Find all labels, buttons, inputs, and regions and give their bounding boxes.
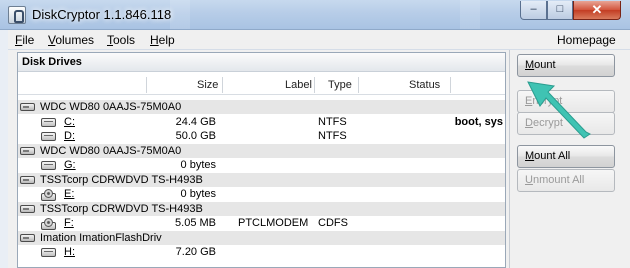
column-separator[interactable] xyxy=(358,77,359,93)
maximize-button[interactable]: □ xyxy=(547,1,573,20)
volume-letter: D: xyxy=(64,130,75,142)
column-size[interactable]: Size xyxy=(197,79,218,91)
volume-row[interactable]: G: 0 bytes xyxy=(18,158,505,172)
volume-size: 0 bytes xyxy=(180,159,216,171)
menu-volumes[interactable]: Volumes xyxy=(48,33,94,47)
volume-icon xyxy=(41,117,56,127)
volume-letter: E: xyxy=(64,188,75,200)
column-header: Size Label Type Status xyxy=(18,76,505,95)
disk-name: WDC WD80 0AAJS-75M0A0 xyxy=(40,101,182,113)
volume-size: 24.4 GB xyxy=(175,115,216,128)
volume-row[interactable]: E: 0 bytes xyxy=(18,187,505,201)
volume-letter: C: xyxy=(64,115,75,128)
volume-type: NTFS xyxy=(318,115,347,128)
disk-name: WDC WD80 0AAJS-75M0A0 xyxy=(40,144,182,157)
disk-row[interactable]: Imation ImationFlashDriv xyxy=(18,230,505,245)
title-bar: DiskCryptor 1.1.846.118 – □ ✕ xyxy=(0,0,630,30)
cd-drive-icon xyxy=(41,218,56,230)
client-area: Disk Drives Size Label Type Status WDC W… xyxy=(8,50,630,268)
volume-size: 0 bytes xyxy=(180,188,216,200)
hard-drive-icon xyxy=(20,175,35,184)
homepage-link[interactable]: Homepage xyxy=(557,33,616,47)
volume-icon xyxy=(41,161,56,170)
volume-size: 7.20 GB xyxy=(175,246,216,258)
column-separator[interactable] xyxy=(314,77,315,93)
volume-letter: G: xyxy=(64,159,76,171)
hard-drive-icon xyxy=(20,204,35,213)
window-title: DiskCryptor 1.1.846.118 xyxy=(32,7,172,22)
hard-drive-icon xyxy=(20,233,35,242)
cd-drive-icon xyxy=(41,189,56,201)
volume-row[interactable]: C: 24.4 GB NTFS boot, sys xyxy=(18,115,505,129)
volume-row[interactable]: D: 50.0 GB NTFS xyxy=(18,129,505,143)
minimize-button[interactable]: – xyxy=(520,1,547,20)
volume-icon xyxy=(41,132,56,141)
volume-status: boot, sys xyxy=(454,115,503,128)
volume-row[interactable]: F: 5.05 MB PTCLMODEM CDFS xyxy=(18,216,505,230)
column-label[interactable]: Label xyxy=(285,79,312,91)
column-separator[interactable] xyxy=(146,77,147,93)
panel-title: Disk Drives xyxy=(18,53,505,72)
column-type[interactable]: Type xyxy=(328,79,352,91)
mount-button[interactable]: Mount xyxy=(517,54,615,77)
hard-drive-icon xyxy=(20,103,35,111)
menu-help[interactable]: Help xyxy=(150,33,175,47)
disk-row[interactable]: TSSTcorp CDRWDVD TS-H493B xyxy=(18,172,505,187)
volume-size: 5.05 MB xyxy=(175,217,216,229)
menu-file[interactable]: File xyxy=(15,33,34,47)
volume-icon xyxy=(41,248,56,257)
encrypt-button[interactable]: Encrypt xyxy=(517,90,615,113)
volume-letter: H: xyxy=(64,246,75,258)
volume-type: NTFS xyxy=(318,130,347,142)
unmount-all-button[interactable]: Unmount All xyxy=(517,169,615,192)
column-separator[interactable] xyxy=(222,77,223,93)
hard-drive-icon xyxy=(20,146,35,155)
column-separator[interactable] xyxy=(450,77,451,93)
disk-name: TSSTcorp CDRWDVD TS-H493B xyxy=(40,202,203,215)
close-button[interactable]: ✕ xyxy=(573,1,621,20)
volume-letter: F: xyxy=(64,217,74,229)
disk-name: TSSTcorp CDRWDVD TS-H493B xyxy=(40,173,203,186)
disk-drives-panel: Disk Drives Size Label Type Status WDC W… xyxy=(17,52,506,268)
mount-all-button[interactable]: Mount All xyxy=(517,145,615,168)
menu-bar: File Volumes Tools Help Homepage xyxy=(8,30,630,50)
column-status[interactable]: Status xyxy=(409,79,440,91)
disk-row[interactable]: WDC WD80 0AAJS-75M0A0 xyxy=(18,143,505,158)
app-lock-icon xyxy=(8,6,26,24)
volume-row[interactable]: H: 7.20 GB xyxy=(18,245,505,259)
action-panel: Mount Encrypt Decrypt Mount All Unmount … xyxy=(509,50,621,268)
menu-tools[interactable]: Tools xyxy=(107,33,135,47)
decrypt-button[interactable]: Decrypt xyxy=(517,112,615,135)
disk-row[interactable]: WDC WD80 0AAJS-75M0A0 xyxy=(18,100,505,114)
volume-type: CDFS xyxy=(318,217,348,229)
disk-name: Imation ImationFlashDriv xyxy=(40,231,162,244)
disk-row[interactable]: TSSTcorp CDRWDVD TS-H493B xyxy=(18,201,505,216)
volume-size: 50.0 GB xyxy=(175,130,216,142)
volume-label: PTCLMODEM xyxy=(238,217,309,229)
